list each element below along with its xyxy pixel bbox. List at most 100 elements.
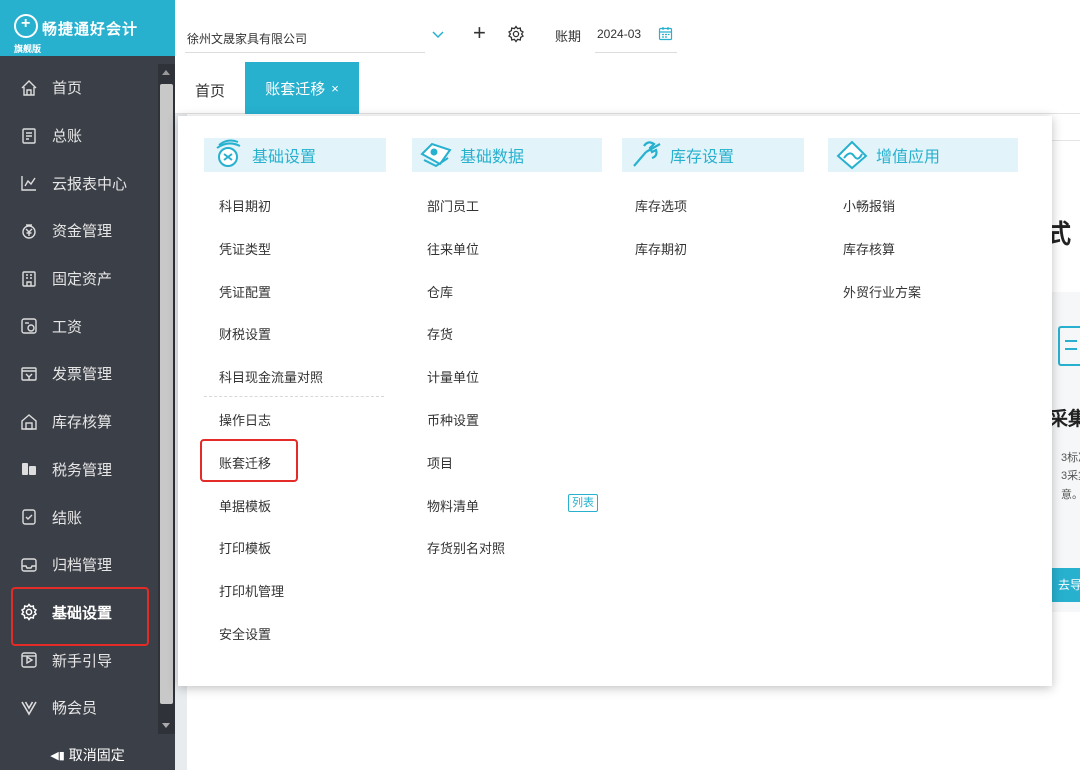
column-header-basic-settings: 基础设置 <box>204 138 386 172</box>
sidebar-item-label: 发票管理 <box>52 366 113 384</box>
document-icon <box>1058 326 1080 366</box>
sidebar-item-label: 总账 <box>52 128 83 146</box>
basic-data-icon <box>420 142 452 168</box>
menu-item-inventory-accounting[interactable]: 库存核算 <box>843 239 895 258</box>
sidebar-item-report-center[interactable]: 云报表中心 <box>0 159 158 207</box>
chevron-down-icon[interactable] <box>430 26 446 42</box>
tab-home[interactable]: 首页 <box>195 80 225 101</box>
settings-dropdown-menu: 基础设置 基础数据 库存设置 增值应用 科目期初 凭证类型 凭证配置 财税设置 … <box>178 116 1052 686</box>
unpin-label: 取消固定 <box>68 747 125 763</box>
brand-logo-area[interactable]: 畅捷通好会计 旗舰版 <box>0 0 175 56</box>
checkout-icon <box>20 508 38 526</box>
brand-logo-icon <box>14 14 38 38</box>
tab-account-migration[interactable]: 账套迁移 × <box>245 62 359 114</box>
column-header-inventory-settings: 库存设置 <box>622 138 804 172</box>
sidebar-item-guide[interactable]: 新手引导 <box>0 636 158 684</box>
sidebar-item-member[interactable]: 畅会员 <box>0 684 158 732</box>
tab-label: 账套迁移 <box>265 80 326 98</box>
menu-item-voucher-type[interactable]: 凭证类型 <box>219 239 271 258</box>
list-tag[interactable]: 列表 <box>568 494 598 512</box>
sidebar-item-checkout[interactable]: 结账 <box>0 493 158 541</box>
scroll-down-icon[interactable] <box>162 723 170 728</box>
sidebar-item-label: 工资 <box>52 318 83 336</box>
chart-icon <box>20 174 38 192</box>
menu-item-stock[interactable]: 存货 <box>427 324 453 343</box>
member-icon <box>20 699 38 717</box>
content-card-text: 3标准 <box>1061 452 1080 464</box>
sidebar-item-label: 税务管理 <box>52 461 113 479</box>
sidebar-item-home[interactable]: 首页 <box>0 64 158 112</box>
sidebar-item-label: 结账 <box>52 509 83 527</box>
calendar-icon[interactable] <box>658 26 673 41</box>
sidebar-item-tax[interactable]: 税务管理 <box>0 446 158 494</box>
import-button[interactable]: 去导 <box>1052 568 1080 602</box>
content-card-title: 采集 <box>1049 409 1080 430</box>
add-icon[interactable]: + <box>473 22 486 44</box>
guide-icon <box>20 651 38 669</box>
menu-divider <box>204 396 384 397</box>
sidebar-scrollbar[interactable] <box>158 64 175 734</box>
sidebar-item-label: 新手引导 <box>52 652 113 670</box>
sidebar-item-invoice[interactable]: 发票管理 <box>0 350 158 398</box>
sidebar-item-label: 资金管理 <box>52 223 113 241</box>
sidebar-item-salary[interactable]: 工资 <box>0 302 158 350</box>
column-header-basic-data: 基础数据 <box>412 138 602 172</box>
unpin-icon: ◀▮ <box>50 749 65 762</box>
menu-item-security-settings[interactable]: 安全设置 <box>219 624 271 643</box>
sidebar-item-label: 固定资产 <box>52 271 113 289</box>
menu-item-units[interactable]: 计量单位 <box>427 367 479 386</box>
menu-item-inventory-opening[interactable]: 库存期初 <box>635 239 687 258</box>
sidebar-item-ledger[interactable]: 总账 <box>0 112 158 160</box>
company-selector[interactable]: 徐州文晟家具有限公司 <box>187 30 307 47</box>
sidebar-item-inventory[interactable]: 库存核算 <box>0 398 158 446</box>
unpin-button[interactable]: ◀▮ 取消固定 <box>0 740 175 770</box>
column-title: 增值应用 <box>876 149 941 166</box>
menu-item-expense[interactable]: 小畅报销 <box>843 196 895 215</box>
tax-icon <box>20 460 38 478</box>
sidebar: 畅捷通好会计 旗舰版 首页 总账 云报表中心 资金管理 固定资产 工资 <box>0 0 175 770</box>
sidebar-item-archive[interactable]: 归档管理 <box>0 541 158 589</box>
menu-item-subject-opening[interactable]: 科目期初 <box>219 196 271 215</box>
scroll-up-icon[interactable] <box>162 70 170 75</box>
menu-item-voucher-config[interactable]: 凭证配置 <box>219 282 271 301</box>
building-icon <box>20 270 38 288</box>
settings-gear-icon[interactable] <box>507 25 525 43</box>
menu-item-inventory-options[interactable]: 库存选项 <box>635 196 687 215</box>
menu-item-print-template[interactable]: 打印模板 <box>219 538 271 557</box>
menu-item-stock-alias[interactable]: 存货别名对照 <box>427 538 505 557</box>
warehouse-icon <box>20 413 38 431</box>
brand-edition: 旗舰版 <box>14 44 42 54</box>
sidebar-item-label: 库存核算 <box>52 414 113 432</box>
wrench-icon <box>633 141 661 167</box>
menu-item-operation-log[interactable]: 操作日志 <box>219 410 271 429</box>
menu-item-foreign-trade[interactable]: 外贸行业方案 <box>843 282 921 301</box>
sidebar-item-funds[interactable]: 资金管理 <box>0 207 158 255</box>
column-header-value-added: 增值应用 <box>828 138 1018 172</box>
column-title: 基础设置 <box>252 149 317 166</box>
period-underline <box>595 52 677 53</box>
home-icon <box>20 79 38 97</box>
brand-name: 畅捷通好会计 <box>42 21 139 38</box>
menu-item-printer-management[interactable]: 打印机管理 <box>219 581 284 600</box>
tab-bar: 首页 账套迁移 × <box>175 62 1080 114</box>
menu-item-warehouse[interactable]: 仓库 <box>427 282 453 301</box>
menu-item-account-migration[interactable]: 账套迁移 <box>219 453 271 472</box>
scroll-thumb[interactable] <box>160 84 173 704</box>
period-value[interactable]: 2024-03 <box>597 27 641 41</box>
menu-item-document-template[interactable]: 单据模板 <box>219 496 271 515</box>
menu-item-currency[interactable]: 币种设置 <box>427 410 479 429</box>
sidebar-item-basic-settings[interactable]: 基础设置 <box>0 589 158 637</box>
menu-item-bom[interactable]: 物料清单 <box>427 496 479 515</box>
gear-icon <box>20 603 38 622</box>
close-icon[interactable]: × <box>331 81 339 96</box>
menu-item-cashflow-mapping[interactable]: 科目现金流量对照 <box>219 367 323 386</box>
menu-item-partners[interactable]: 往来单位 <box>427 239 479 258</box>
menu-item-project[interactable]: 项目 <box>427 453 453 472</box>
top-header: 徐州文晟家具有限公司 + 账期 2024-03 <box>175 0 1080 62</box>
period-label: 账期 <box>555 29 582 44</box>
sidebar-item-fixed-assets[interactable]: 固定资产 <box>0 255 158 303</box>
menu-item-departments[interactable]: 部门员工 <box>427 196 479 215</box>
menu-item-tax-settings[interactable]: 财税设置 <box>219 324 271 343</box>
column-title: 基础数据 <box>460 149 525 166</box>
content-card-text: 意。 <box>1061 489 1080 501</box>
